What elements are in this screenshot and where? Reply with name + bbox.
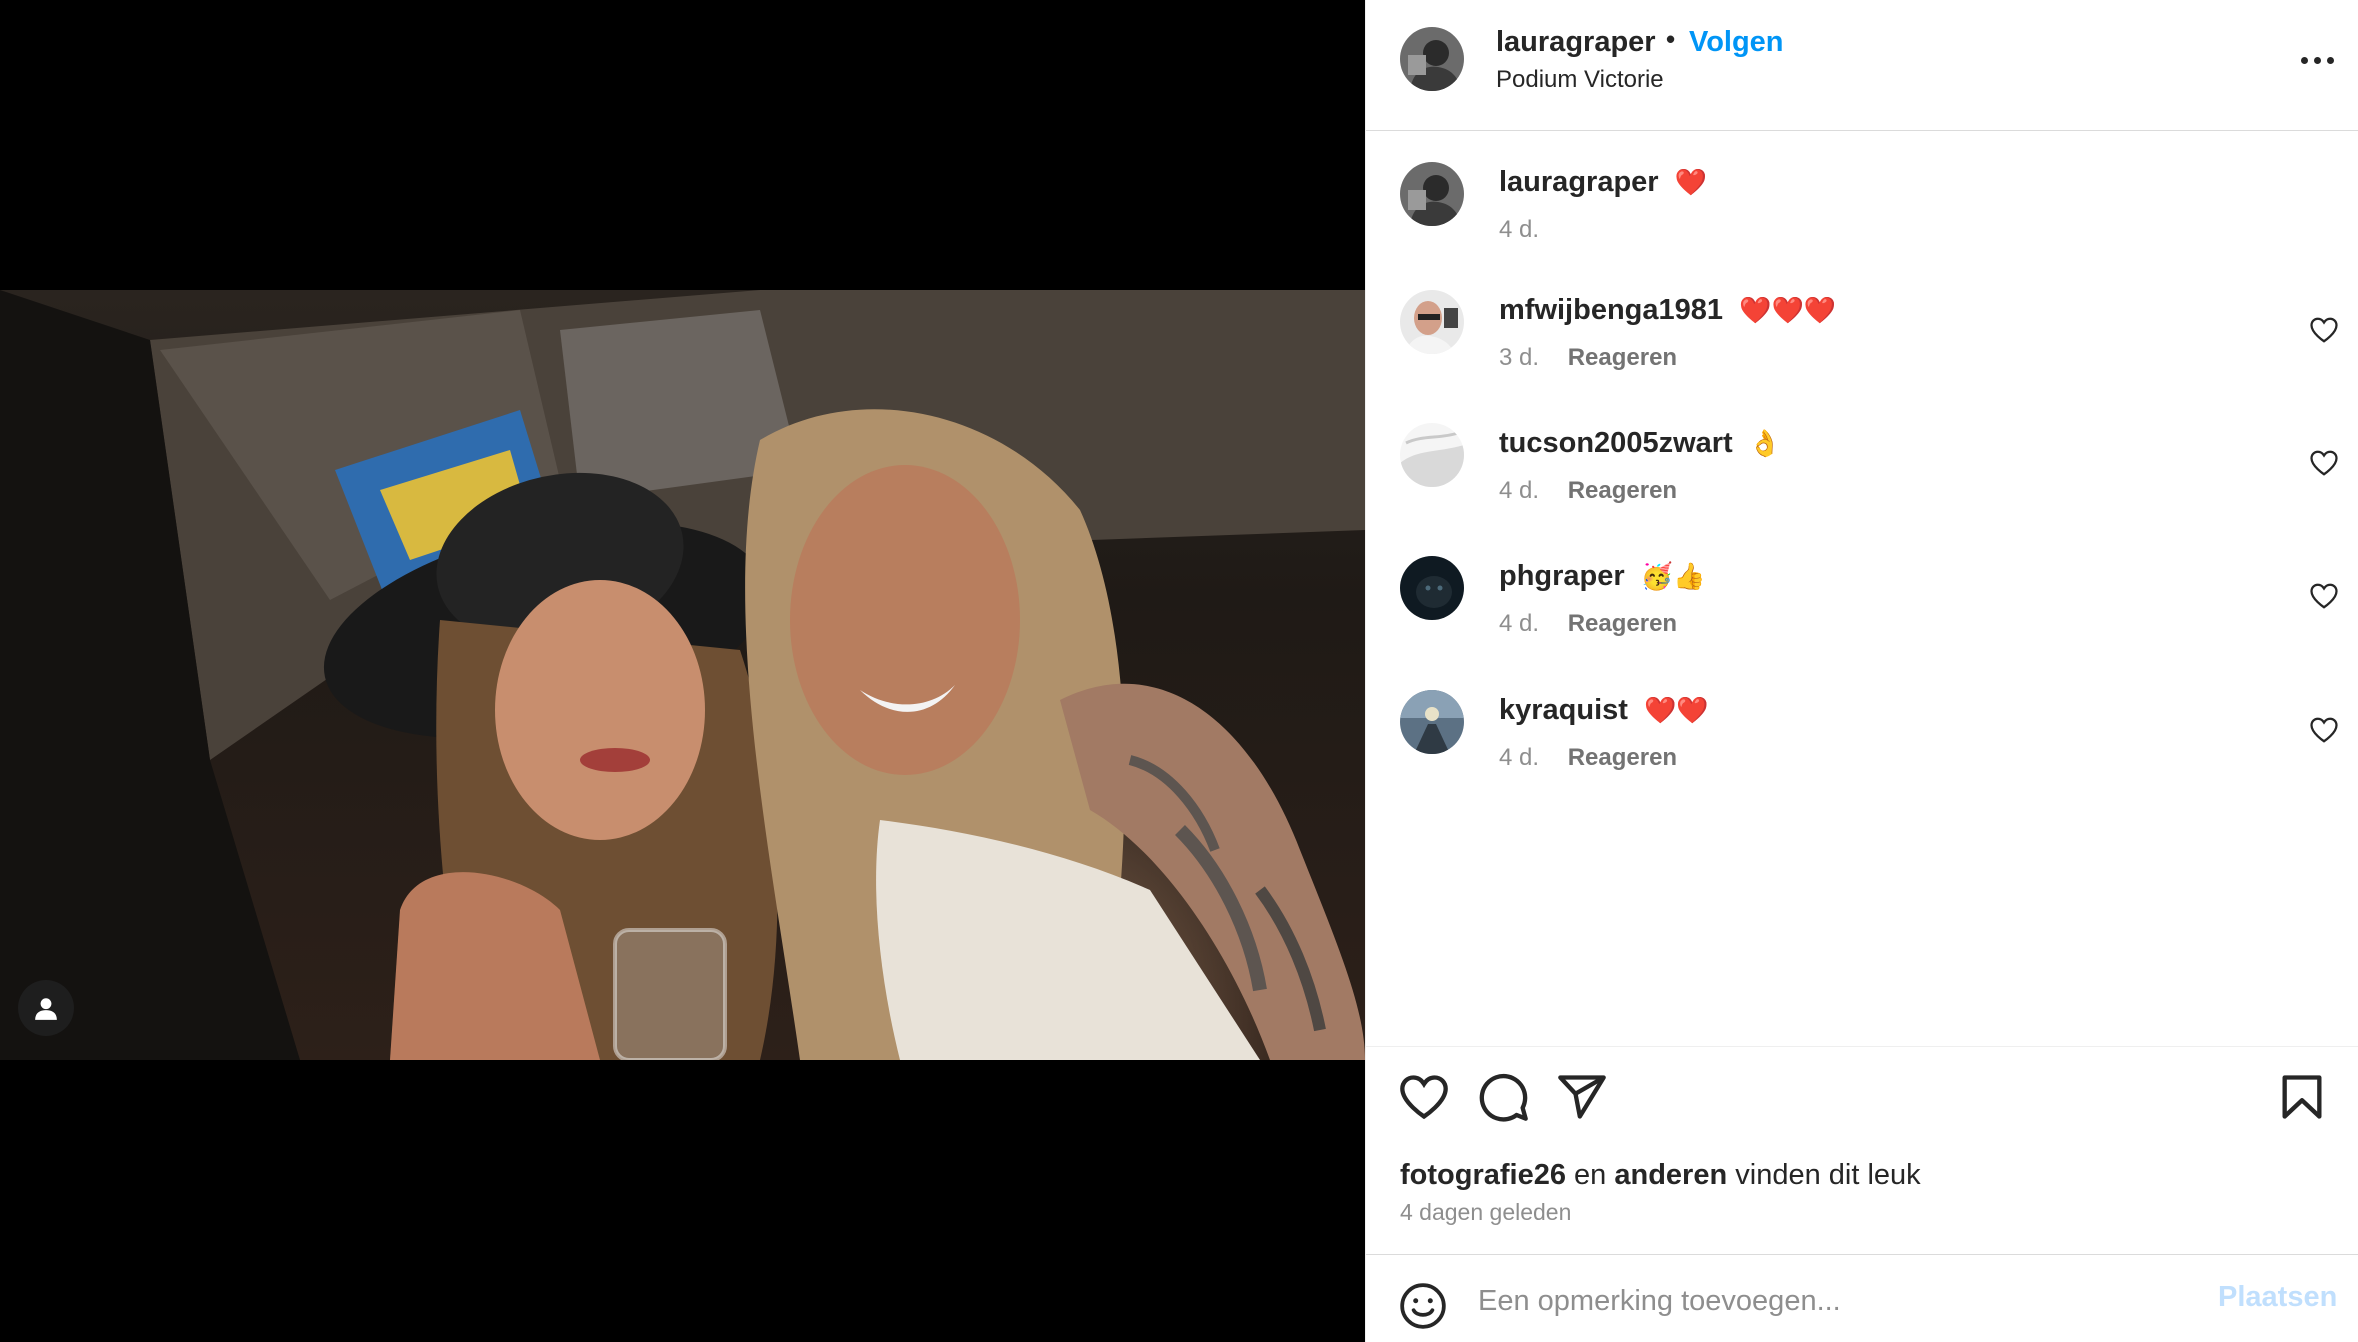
more-options-button[interactable]	[2291, 42, 2343, 78]
post-timestamp[interactable]: 4 dagen geleden	[1400, 1199, 1571, 1226]
liked-by-joiner: en	[1574, 1159, 1607, 1191]
comment-time[interactable]: 4 d.	[1499, 477, 1539, 504]
heart-icon[interactable]	[2309, 315, 2339, 345]
instagram-post-view: lauragraper • Volgen Podium Victorie lau…	[0, 0, 2358, 1342]
liked-by-others[interactable]: anderen	[1614, 1159, 1727, 1191]
comment-time[interactable]: 4 d.	[1499, 610, 1539, 637]
comment-username[interactable]: tucson2005zwart	[1499, 427, 1733, 459]
comment-username[interactable]: mfwijbenga1981	[1499, 294, 1723, 326]
comment-text: 👌	[1748, 428, 1782, 458]
liked-by-user[interactable]: fotografie26	[1400, 1159, 1566, 1191]
comments-list: lauragraper ❤️ 4 d. mfwijbenga1981 ❤️❤️❤…	[1366, 132, 2358, 1044]
comment-text: ❤️❤️	[1644, 695, 1709, 725]
author-avatar[interactable]	[1400, 27, 1464, 91]
header-separator: •	[1666, 24, 1676, 54]
post-photo[interactable]	[0, 290, 1365, 1060]
more-dot	[2326, 56, 2334, 64]
heart-icon[interactable]	[2309, 581, 2339, 611]
more-dot	[2313, 56, 2321, 64]
comment-line: lauragraper ❤️	[1499, 166, 1707, 199]
comment-item: phgraper 🥳👍 4 d. Reageren	[1366, 526, 2358, 646]
comment-meta: 4 d. Reageren	[1499, 744, 1677, 772]
liked-by-suffix: vinden dit leuk	[1735, 1159, 1921, 1191]
reply-button[interactable]: Reageren	[1568, 610, 1677, 637]
comment-text: ❤️	[1674, 167, 1708, 197]
comment-item: kyraquist ❤️❤️ 4 d. Reageren	[1366, 660, 2358, 780]
heart-icon[interactable]	[2309, 715, 2339, 745]
comment-meta: 3 d. Reageren	[1499, 344, 1677, 372]
comment-line: mfwijbenga1981 ❤️❤️❤️	[1499, 294, 1836, 327]
media-pane	[0, 0, 1365, 1342]
post-header: lauragraper • Volgen Podium Victorie	[1366, 0, 2358, 131]
comment-text: 🥳👍	[1640, 561, 1706, 591]
like-heart-icon[interactable]	[1398, 1071, 1450, 1123]
author-username[interactable]: lauragraper	[1496, 26, 1656, 59]
reply-button[interactable]: Reageren	[1568, 344, 1677, 371]
commenter-avatar[interactable]	[1400, 556, 1464, 620]
follow-button[interactable]: Volgen	[1689, 26, 1784, 59]
comment-item: mfwijbenga1981 ❤️❤️❤️ 3 d. Reageren	[1366, 260, 2358, 380]
comment-username[interactable]: phgraper	[1499, 560, 1625, 592]
post-location[interactable]: Podium Victorie	[1496, 66, 1664, 94]
reply-button[interactable]: Reageren	[1568, 477, 1677, 504]
heart-icon[interactable]	[2309, 448, 2339, 478]
tagged-users-button[interactable]	[18, 980, 74, 1036]
more-horizontal-icon	[2300, 56, 2308, 64]
commenter-avatar[interactable]	[1400, 690, 1464, 754]
comment-text: ❤️❤️❤️	[1739, 295, 1837, 325]
comment-username[interactable]: lauragraper	[1499, 166, 1659, 198]
comment-bubble-icon[interactable]	[1478, 1071, 1530, 1123]
bookmark-icon[interactable]	[2276, 1071, 2328, 1123]
reply-button[interactable]: Reageren	[1568, 744, 1677, 771]
photo-illustration	[0, 290, 1365, 1060]
comment-line: kyraquist ❤️❤️	[1499, 694, 1709, 727]
post-actions: fotografie26 en anderen vinden dit leuk …	[1366, 1046, 2358, 1253]
comment-time[interactable]: 4 d.	[1499, 744, 1539, 771]
comment-meta: 4 d. Reageren	[1499, 610, 1677, 638]
caption-comment: lauragraper ❤️ 4 d.	[1366, 132, 2358, 252]
post-side-panel: lauragraper • Volgen Podium Victorie lau…	[1365, 0, 2358, 1342]
comment-time[interactable]: 3 d.	[1499, 344, 1539, 371]
comment-time[interactable]: 4 d.	[1499, 216, 1539, 243]
emoji-icon[interactable]	[1398, 1281, 1448, 1331]
commenter-avatar[interactable]	[1400, 423, 1464, 487]
post-comment-button[interactable]: Plaatsen	[2218, 1281, 2337, 1314]
comment-meta: 4 d. Reageren	[1499, 477, 1677, 505]
comment-username[interactable]: kyraquist	[1499, 694, 1628, 726]
comment-line: tucson2005zwart 👌	[1499, 427, 1781, 460]
comment-line: phgraper 🥳👍	[1499, 560, 1706, 593]
commenter-avatar[interactable]	[1400, 290, 1464, 354]
comment-item: tucson2005zwart 👌 4 d. Reageren	[1366, 393, 2358, 513]
user-icon	[35, 998, 57, 1020]
commenter-avatar[interactable]	[1400, 162, 1464, 226]
comment-meta: 4 d.	[1499, 216, 1539, 244]
comment-input[interactable]	[1478, 1273, 2158, 1329]
comment-composer: Plaatsen	[1366, 1254, 2358, 1342]
share-paper-plane-icon[interactable]	[1556, 1071, 1608, 1123]
likes-summary: fotografie26 en anderen vinden dit leuk	[1400, 1159, 1921, 1192]
